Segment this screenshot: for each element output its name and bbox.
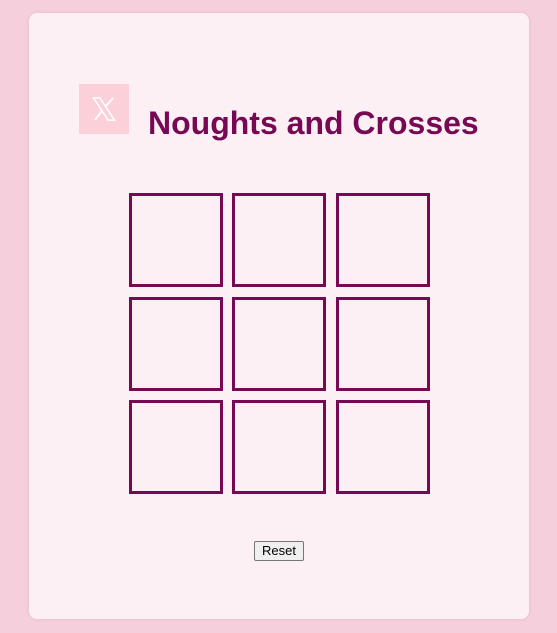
board-cell[interactable] — [336, 193, 430, 287]
x-logo-icon — [79, 84, 129, 134]
board-cell[interactable] — [336, 400, 430, 494]
page-title: Noughts and Crosses — [148, 105, 479, 141]
board-cell[interactable] — [129, 400, 223, 494]
board-cell[interactable] — [232, 193, 326, 287]
board-cell[interactable] — [129, 193, 223, 287]
reset-button[interactable]: Reset — [254, 541, 304, 561]
board-cell[interactable] — [232, 400, 326, 494]
game-card: Noughts and Crosses Reset — [29, 13, 529, 619]
board-cell[interactable] — [232, 297, 326, 391]
board-cell[interactable] — [336, 297, 430, 391]
board-cell[interactable] — [129, 297, 223, 391]
